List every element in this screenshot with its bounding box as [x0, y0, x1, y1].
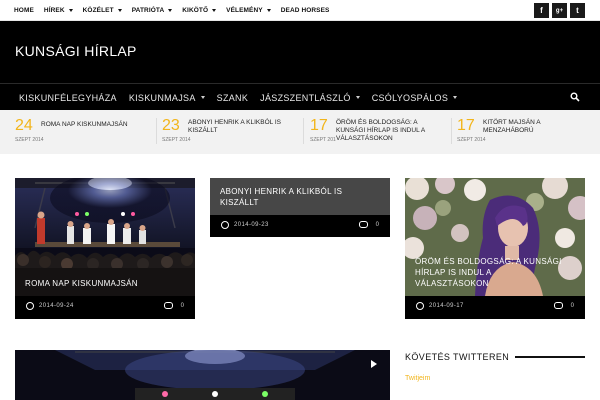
ticker-date: SZEPT 2014: [162, 137, 191, 143]
caret-down-icon: [168, 9, 173, 12]
ticker-headline: ABONYI HENRIK A KLIKBÓL IS KISZÁLLT: [188, 119, 281, 134]
article-card[interactable]: ÖRÖM ÉS BOLDOGSÁG: A KUNSÁGI HÍRLAP IS IN…: [405, 178, 585, 319]
card-date: 2014-09-17: [429, 303, 464, 309]
card-date: 2014-09-24: [39, 303, 74, 309]
topnav-item-kikoto[interactable]: KIKÖTŐ: [182, 7, 217, 14]
ticker-date: SZEPT 2014: [15, 137, 44, 143]
featured-video[interactable]: [15, 350, 390, 400]
ticker-day: 17: [457, 117, 475, 134]
ticker-headline: ÖRÖM ÉS BOLDOGSÁG: A KUNSÁGI HÍRLAP IS IN…: [336, 119, 428, 143]
search-icon[interactable]: [570, 92, 580, 102]
caret-down-icon: [117, 9, 122, 12]
comment-icon[interactable]: [164, 302, 173, 309]
ticker-item[interactable]: 24 ROMA NAP KISKUNMAJSÁN SZEPT 2014: [15, 117, 150, 147]
topnav-item-patriota[interactable]: PATRIÓTA: [132, 7, 173, 14]
ticker-day: 23: [162, 117, 180, 134]
caret-down-icon: [200, 96, 205, 99]
mainnav-item-jaszszentlaszlo[interactable]: JÁSZSZENTLÁSZLÓ: [260, 93, 360, 103]
twitter-icon[interactable]: t: [570, 3, 585, 18]
comment-count[interactable]: 0: [571, 303, 574, 309]
topnav-item-kozelet[interactable]: KÖZÉLET: [83, 7, 122, 14]
caret-down-icon: [68, 9, 73, 12]
topnav-item-velemeny[interactable]: VÉLEMÉNY: [226, 7, 271, 14]
twitter-timeline-link[interactable]: Twitjeim: [405, 375, 430, 382]
google-plus-icon[interactable]: g+: [552, 3, 567, 18]
topnav-item-home[interactable]: HOME: [14, 7, 34, 14]
ticker-divider: [303, 118, 304, 144]
ticker-headline: ROMA NAP KISKUNMAJSÁN: [41, 121, 128, 128]
ticker-item[interactable]: 17 KITÖRT MAJSÁN A MENZAHÁBORÚ SZEPT 2014: [457, 117, 592, 147]
comment-icon[interactable]: [359, 221, 368, 228]
article-card[interactable]: ROMA NAP KISKUNMAJSÁN 2014-09-24 0: [15, 178, 195, 319]
comment-icon[interactable]: [554, 302, 563, 309]
ticker-headline: KITÖRT MAJSÁN A MENZAHÁBORÚ: [483, 119, 541, 134]
ticker-item[interactable]: 17 SZEPT 2014 ÖRÖM ÉS BOLDOGSÁG: A KUNSÁG…: [310, 117, 450, 147]
play-icon[interactable]: [371, 360, 377, 368]
card-meta: 2014-09-17 0: [405, 296, 585, 319]
card-meta: 2014-09-23 0: [210, 215, 390, 237]
mainnav-item-csolyospalos[interactable]: CSÓLYOSPÁLOS: [372, 93, 458, 103]
article-card[interactable]: ABONYI HENRIK A KLIKBÓL IS KISZÁLLT 2014-…: [210, 178, 390, 237]
caret-down-icon: [212, 9, 217, 12]
card-title[interactable]: ROMA NAP KISKUNMAJSÁN: [25, 278, 138, 289]
main-navigation: KISKUNFÉLEGYHÁZA KISKUNMAJSA SZANK JÁSZS…: [0, 83, 600, 110]
caret-down-icon: [355, 96, 360, 99]
top-bar: HOME HÍREK KÖZÉLET PATRIÓTA KIKÖTŐ VÉLEM…: [0, 0, 600, 21]
card-title[interactable]: ABONYI HENRIK A KLIKBÓL IS KISZÁLLT: [220, 186, 342, 208]
ticker-day: 24: [15, 117, 33, 134]
ticker-date: SZEPT 2014: [457, 137, 486, 143]
card-title[interactable]: ÖRÖM ÉS BOLDOGSÁG: A KUNSÁGI HÍRLAP IS IN…: [415, 256, 562, 289]
clock-icon: [221, 221, 229, 229]
clock-icon: [26, 302, 34, 310]
sidebar-heading: KÖVETÉS TWITTEREN: [405, 350, 585, 364]
ticker-item[interactable]: 23 ABONYI HENRIK A KLIKBÓL IS KISZÁLLT SZ…: [162, 117, 297, 147]
caret-down-icon: [453, 96, 458, 99]
news-ticker: 24 ROMA NAP KISKUNMAJSÁN SZEPT 2014 23 A…: [0, 110, 600, 154]
video-thumbnail[interactable]: [15, 350, 390, 400]
facebook-icon[interactable]: f: [534, 3, 549, 18]
site-title[interactable]: KUNSÁGI HÍRLAP: [15, 43, 137, 59]
card-title-bar[interactable]: ABONYI HENRIK A KLIKBÓL IS KISZÁLLT: [210, 178, 390, 215]
comment-count[interactable]: 0: [181, 303, 184, 309]
heading-rule: [515, 356, 585, 358]
caret-down-icon: [266, 9, 271, 12]
card-date: 2014-09-23: [234, 222, 269, 228]
social-links: f g+ t: [531, 3, 585, 18]
ticker-date: SZEPT 2014: [310, 137, 339, 143]
top-navigation: HOME HÍREK KÖZÉLET PATRIÓTA KIKÖTŐ VÉLEM…: [14, 0, 340, 21]
mainnav-item-kiskunmajsa[interactable]: KISKUNMAJSA: [129, 93, 205, 103]
sidebar-heading-label: KÖVETÉS TWITTEREN: [405, 352, 510, 362]
ticker-divider: [156, 118, 157, 144]
clock-icon: [416, 302, 424, 310]
site-header: KUNSÁGI HÍRLAP: [0, 21, 600, 83]
topnav-item-hirek[interactable]: HÍREK: [44, 7, 73, 14]
ticker-day: 17: [310, 117, 328, 134]
mainnav-item-szank[interactable]: SZANK: [217, 93, 249, 103]
ticker-divider: [451, 118, 452, 144]
comment-count[interactable]: 0: [376, 222, 379, 228]
topnav-item-dead-horses[interactable]: DEAD HORSES: [281, 7, 330, 14]
mainnav-item-kiskunfelegyhaza[interactable]: KISKUNFÉLEGYHÁZA: [19, 93, 117, 103]
card-meta: 2014-09-24 0: [15, 296, 195, 319]
